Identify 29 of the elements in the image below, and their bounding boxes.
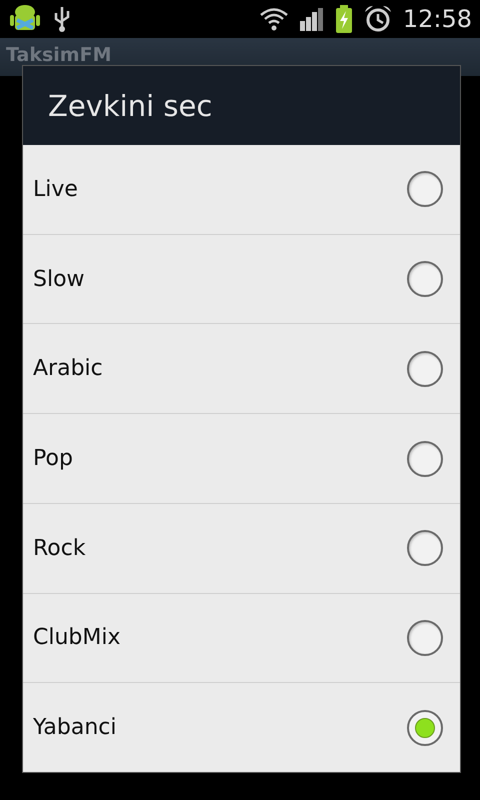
radio-button[interactable] [407,530,443,566]
battery-charging-icon [334,5,353,33]
wifi-icon [258,7,289,31]
option-label: Rock [33,536,86,561]
radio-button[interactable] [407,350,443,387]
option-row[interactable]: ClubMix [23,594,460,684]
option-row[interactable]: Arabic [23,324,460,414]
option-row[interactable]: Pop [23,414,460,504]
alarm-clock-icon [362,4,393,34]
option-label: Live [33,176,78,202]
option-row[interactable]: Yabanci [23,683,460,772]
usb-icon [52,5,72,33]
option-row[interactable]: Rock [23,504,460,594]
radio-button[interactable] [407,710,443,746]
option-label: ClubMix [33,625,120,650]
option-row[interactable]: Live [23,145,460,235]
status-time: 12:58 [402,5,472,33]
radio-button[interactable] [407,261,443,298]
option-label: Pop [33,446,73,472]
radio-button[interactable] [407,440,443,477]
radio-button[interactable] [407,620,443,656]
option-label: Yabanci [33,715,116,740]
signal-icon [298,7,325,31]
dialog-title: Zevkini sec [48,88,212,122]
app-title: TaksimFM [6,44,112,66]
option-label: Arabic [33,356,103,382]
option-row[interactable]: Slow [23,234,460,324]
option-label: Slow [33,266,85,292]
radio-button[interactable] [407,171,443,208]
